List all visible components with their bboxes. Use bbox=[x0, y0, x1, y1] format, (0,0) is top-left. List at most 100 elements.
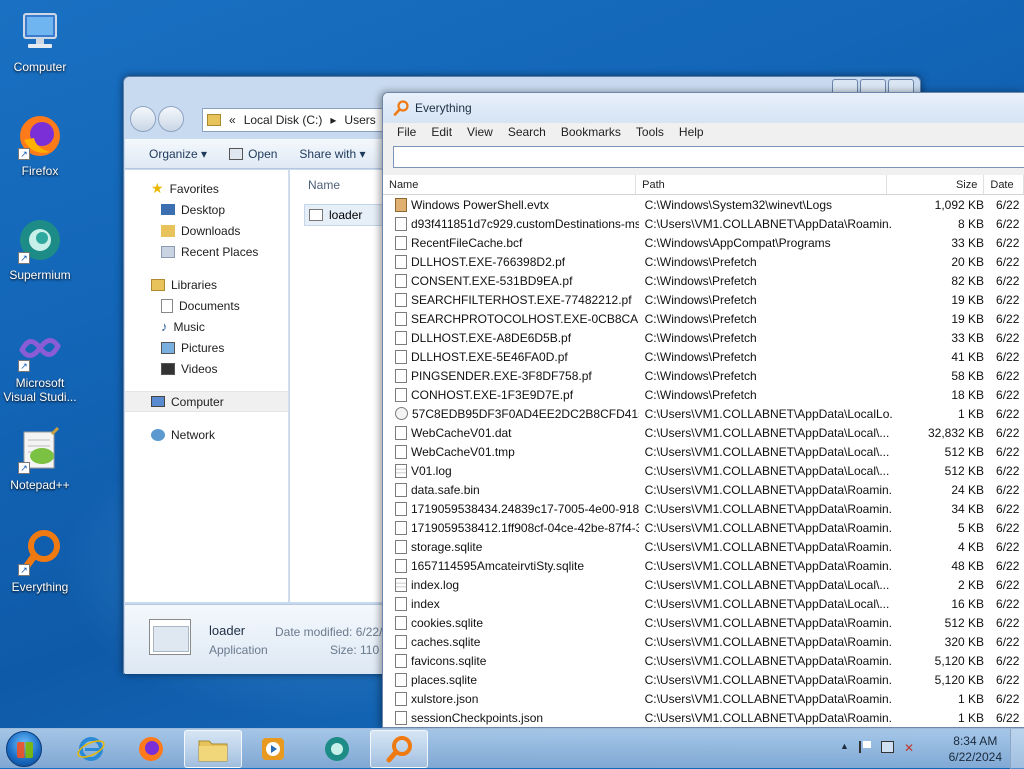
desktop-icon-everything[interactable]: ↗ Everything bbox=[2, 528, 78, 594]
result-row[interactable]: 1719059538412.1ff908cf-04ce-42be-87f4-3.… bbox=[383, 518, 1024, 537]
taskbar-windows-explorer[interactable] bbox=[184, 730, 242, 768]
back-button[interactable] bbox=[130, 106, 156, 132]
breadcrumb-users[interactable]: Users bbox=[344, 113, 375, 127]
column-header-date[interactable]: Date bbox=[984, 175, 1024, 194]
nav-documents[interactable]: Documents bbox=[125, 295, 288, 316]
result-row[interactable]: SEARCHFILTERHOST.EXE-77482212.pf C:\Windo… bbox=[383, 290, 1024, 309]
result-row[interactable]: WebCacheV01.dat C:\Users\VM1.COLLABNET\Ap… bbox=[383, 423, 1024, 442]
result-row[interactable]: sessionCheckpoints.json C:\Users\VM1.COLL… bbox=[383, 708, 1024, 727]
result-row[interactable]: DLLHOST.EXE-5E46FA0D.pf C:\Windows\Prefet… bbox=[383, 347, 1024, 366]
file-icon bbox=[395, 273, 407, 288]
nav-videos[interactable]: Videos bbox=[125, 358, 288, 379]
result-row[interactable]: cookies.sqlite C:\Users\VM1.COLLABNET\App… bbox=[383, 613, 1024, 632]
taskbar-media-player[interactable] bbox=[244, 730, 302, 768]
desktop-icon-supermium[interactable]: ↗ Supermium bbox=[2, 216, 78, 282]
menu-edit[interactable]: Edit bbox=[431, 125, 452, 139]
nav-network[interactable]: Network bbox=[125, 424, 288, 445]
column-header-name[interactable]: Name bbox=[383, 175, 637, 194]
volume-muted-icon[interactable]: ✕ bbox=[904, 741, 914, 755]
menu-search[interactable]: Search bbox=[508, 125, 546, 139]
column-header-size[interactable]: Size bbox=[887, 175, 985, 194]
result-row[interactable]: storage.sqlite C:\Users\VM1.COLLABNET\App… bbox=[383, 537, 1024, 556]
desktop-icon-notepadpp[interactable]: ↗ Notepad++ bbox=[2, 426, 78, 492]
desktop-icon-label: Computer bbox=[13, 60, 67, 74]
result-size: 82 KB bbox=[951, 273, 985, 288]
result-row[interactable]: PINGSENDER.EXE-3F8DF758.pf C:\Windows\Pre… bbox=[383, 366, 1024, 385]
taskbar-internet-explorer[interactable] bbox=[62, 730, 120, 768]
organize-label: Organize ▾ bbox=[149, 146, 208, 161]
system-clock[interactable]: 8:34 AM 6/22/2024 bbox=[949, 733, 1002, 765]
result-date: 6/22 bbox=[996, 368, 1020, 383]
result-name: index bbox=[383, 596, 639, 611]
result-row[interactable]: WebCacheV01.tmp C:\Users\VM1.COLLABNET\Ap… bbox=[383, 442, 1024, 461]
result-row[interactable]: index C:\Users\VM1.COLLABNET\AppData\Loca… bbox=[383, 594, 1024, 613]
nav-libraries[interactable]: Libraries bbox=[125, 274, 288, 295]
organize-button[interactable]: Organize ▾ bbox=[149, 147, 207, 161]
result-row[interactable]: V01.log C:\Users\VM1.COLLABNET\AppData\Lo… bbox=[383, 461, 1024, 480]
nav-label: Computer bbox=[171, 394, 224, 409]
result-row[interactable]: CONHOST.EXE-1F3E9D7E.pf C:\Windows\Prefet… bbox=[383, 385, 1024, 404]
nav-desktop[interactable]: Desktop bbox=[125, 199, 288, 220]
result-date: 6/22 bbox=[996, 330, 1020, 345]
network-tray-icon[interactable] bbox=[880, 741, 894, 753]
desktop-icon-firefox[interactable]: ↗ Firefox bbox=[2, 112, 78, 178]
desktop-icon-computer[interactable]: Computer bbox=[2, 8, 78, 74]
result-row[interactable]: caches.sqlite C:\Users\VM1.COLLABNET\AppD… bbox=[383, 632, 1024, 651]
everything-titlebar[interactable]: Everything bbox=[383, 93, 1024, 123]
result-row[interactable]: CONSENT.EXE-531BD9EA.pf C:\Windows\Prefet… bbox=[383, 271, 1024, 290]
result-row[interactable]: xulstore.json C:\Users\VM1.COLLABNET\AppD… bbox=[383, 689, 1024, 708]
result-row[interactable]: DLLHOST.EXE-766398D2.pf C:\Windows\Prefet… bbox=[383, 252, 1024, 271]
result-size: 20 KB bbox=[951, 254, 985, 269]
taskbar-firefox[interactable] bbox=[122, 730, 180, 768]
result-row[interactable]: favicons.sqlite C:\Users\VM1.COLLABNET\Ap… bbox=[383, 651, 1024, 670]
nav-favorites[interactable]: ★ Favorites bbox=[125, 178, 288, 199]
breadcrumb-local-disk[interactable]: Local Disk (C:) bbox=[244, 113, 323, 127]
nav-pictures[interactable]: Pictures bbox=[125, 337, 288, 358]
result-row[interactable]: 57C8EDB95DF3F0AD4EE2DC2B8CFD4157 C:\Users… bbox=[383, 404, 1024, 423]
desktop-icon-label: Firefox bbox=[21, 164, 59, 178]
result-row[interactable]: SEARCHPROTOCOLHOST.EXE-0CB8CADE... C:\Win… bbox=[383, 309, 1024, 328]
result-row[interactable]: data.safe.bin C:\Users\VM1.COLLABNET\AppD… bbox=[383, 480, 1024, 499]
result-row[interactable]: DLLHOST.EXE-A8DE6D5B.pf C:\Windows\Prefet… bbox=[383, 328, 1024, 347]
menu-tools[interactable]: Tools bbox=[636, 125, 664, 139]
open-button[interactable]: Open bbox=[229, 147, 277, 161]
result-row[interactable]: Windows PowerShell.evtx C:\Windows\System… bbox=[383, 195, 1024, 214]
file-icon bbox=[395, 634, 407, 649]
everything-window[interactable]: Everything File Edit View Search Bookmar… bbox=[382, 92, 1024, 728]
breadcrumb-separator[interactable]: ▸ bbox=[330, 113, 336, 127]
search-input[interactable] bbox=[393, 146, 1024, 168]
share-with-button[interactable]: Share with ▾ bbox=[299, 147, 365, 161]
column-header-name[interactable]: Name bbox=[290, 170, 390, 196]
result-row[interactable]: 1719059538434.24839c17-7005-4e00-9185-..… bbox=[383, 499, 1024, 518]
result-name: WebCacheV01.tmp bbox=[383, 444, 639, 459]
result-size: 5 KB bbox=[958, 520, 985, 535]
column-header-path[interactable]: Path bbox=[636, 175, 888, 194]
menu-help[interactable]: Help bbox=[679, 125, 704, 139]
show-hidden-icons-button[interactable]: ▲ bbox=[840, 741, 849, 755]
menu-bookmarks[interactable]: Bookmarks bbox=[561, 125, 621, 139]
breadcrumb-chevrons[interactable]: « bbox=[229, 113, 236, 127]
forward-button[interactable] bbox=[158, 106, 184, 132]
result-size: 18 KB bbox=[951, 387, 985, 402]
taskbar-supermium[interactable] bbox=[308, 730, 366, 768]
result-date: 6/22 bbox=[996, 634, 1020, 649]
result-row[interactable]: d93f411851d7c929.customDestinations-ms C:… bbox=[383, 214, 1024, 233]
nav-recent-places[interactable]: Recent Places bbox=[125, 241, 288, 262]
menu-file[interactable]: File bbox=[397, 125, 416, 139]
taskbar-everything[interactable] bbox=[370, 730, 428, 768]
result-name: CONSENT.EXE-531BD9EA.pf bbox=[383, 273, 639, 288]
result-row[interactable]: RecentFileCache.bcf C:\Windows\AppCompat\… bbox=[383, 233, 1024, 252]
nav-music[interactable]: ♪ Music bbox=[125, 316, 288, 337]
file-item-loader[interactable]: loader bbox=[304, 204, 384, 226]
nav-computer[interactable]: Computer bbox=[125, 391, 288, 412]
result-row[interactable]: 1657114595AmcateirvtiSty.sqlite C:\Users\… bbox=[383, 556, 1024, 575]
desktop-icon-visual-studio[interactable]: ↗ Microsoft Visual Studi... bbox=[2, 324, 78, 404]
action-center-flag-icon[interactable] bbox=[858, 741, 871, 753]
nav-downloads[interactable]: Downloads bbox=[125, 220, 288, 241]
start-button[interactable] bbox=[6, 731, 42, 767]
result-row[interactable]: index.log C:\Users\VM1.COLLABNET\AppData\… bbox=[383, 575, 1024, 594]
result-size: 1,092 KB bbox=[934, 197, 985, 212]
show-desktop-button[interactable] bbox=[1010, 729, 1024, 769]
menu-view[interactable]: View bbox=[467, 125, 493, 139]
result-row[interactable]: places.sqlite C:\Users\VM1.COLLABNET\AppD… bbox=[383, 670, 1024, 689]
